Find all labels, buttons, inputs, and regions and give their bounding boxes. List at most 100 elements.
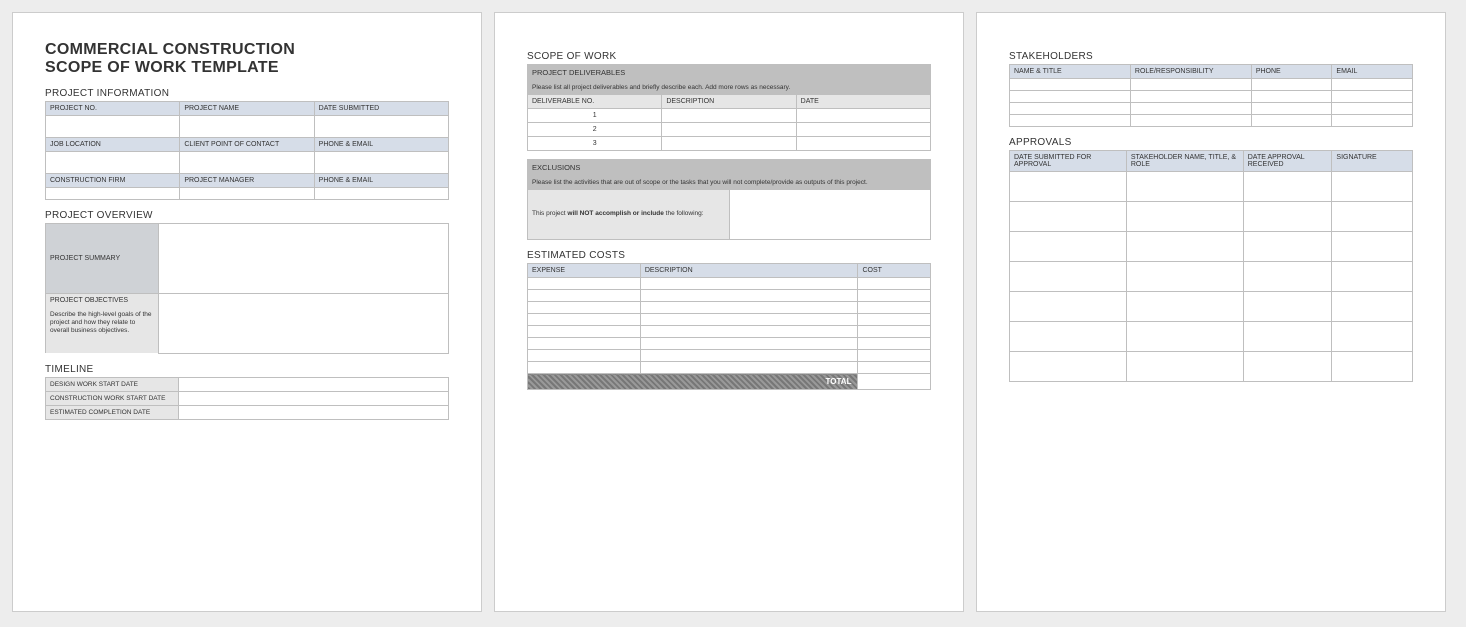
- deliverable-row-2-desc[interactable]: [662, 123, 796, 137]
- deliverable-row-3-date[interactable]: [796, 137, 930, 151]
- approval-row[interactable]: [1332, 352, 1413, 382]
- cost-row[interactable]: [640, 290, 858, 302]
- cost-row[interactable]: [640, 362, 858, 374]
- input-project-summary[interactable]: [158, 223, 448, 293]
- approval-row[interactable]: [1243, 202, 1332, 232]
- cost-row[interactable]: [640, 302, 858, 314]
- stakeholder-row[interactable]: [1130, 79, 1251, 91]
- cost-row[interactable]: [640, 338, 858, 350]
- approval-row[interactable]: [1243, 262, 1332, 292]
- cost-row[interactable]: [528, 290, 641, 302]
- approval-row[interactable]: [1332, 202, 1413, 232]
- stakeholder-row[interactable]: [1332, 115, 1413, 127]
- input-total[interactable]: [858, 374, 931, 390]
- approval-row[interactable]: [1243, 172, 1332, 202]
- input-design-start[interactable]: [178, 377, 448, 391]
- stakeholder-row[interactable]: [1332, 79, 1413, 91]
- approval-row[interactable]: [1126, 352, 1243, 382]
- cost-row[interactable]: [640, 350, 858, 362]
- input-project-manager[interactable]: [180, 187, 314, 199]
- approval-row[interactable]: [1243, 292, 1332, 322]
- deliverable-row-3-desc[interactable]: [662, 137, 796, 151]
- input-job-location[interactable]: [46, 151, 180, 173]
- label-project-summary: PROJECT SUMMARY: [46, 223, 159, 293]
- input-project-objectives[interactable]: [158, 293, 448, 353]
- input-phone-email-1[interactable]: [314, 151, 448, 173]
- stakeholder-row[interactable]: [1010, 103, 1131, 115]
- input-date-submitted[interactable]: [314, 115, 448, 137]
- stakeholder-row[interactable]: [1010, 91, 1131, 103]
- col-email: EMAIL: [1332, 65, 1413, 79]
- label-project-no: PROJECT NO.: [46, 101, 180, 115]
- stakeholder-row[interactable]: [1130, 103, 1251, 115]
- cost-row[interactable]: [858, 290, 931, 302]
- approval-row[interactable]: [1243, 322, 1332, 352]
- approval-row[interactable]: [1126, 232, 1243, 262]
- cost-row[interactable]: [528, 326, 641, 338]
- approval-row[interactable]: [1010, 292, 1127, 322]
- stakeholder-row[interactable]: [1332, 91, 1413, 103]
- input-exclusions[interactable]: [729, 190, 931, 240]
- deliverable-row-1-desc[interactable]: [662, 109, 796, 123]
- stakeholder-row[interactable]: [1251, 103, 1332, 115]
- cost-row[interactable]: [528, 350, 641, 362]
- stakeholder-row[interactable]: [1130, 115, 1251, 127]
- approval-row[interactable]: [1010, 352, 1127, 382]
- approval-row[interactable]: [1010, 262, 1127, 292]
- cost-row[interactable]: [640, 278, 858, 290]
- approval-row[interactable]: [1332, 262, 1413, 292]
- cost-row[interactable]: [858, 314, 931, 326]
- cost-row[interactable]: [858, 278, 931, 290]
- approval-row[interactable]: [1332, 232, 1413, 262]
- heading-stakeholders: STAKEHOLDERS: [1009, 51, 1413, 62]
- input-phone-email-2[interactable]: [314, 187, 448, 199]
- cost-row[interactable]: [858, 338, 931, 350]
- approval-row[interactable]: [1010, 232, 1127, 262]
- input-project-name[interactable]: [180, 115, 314, 137]
- cost-row[interactable]: [858, 362, 931, 374]
- cost-row[interactable]: [640, 326, 858, 338]
- approval-row[interactable]: [1010, 322, 1127, 352]
- label-construction-firm: CONSTRUCTION FIRM: [46, 173, 180, 187]
- approval-row[interactable]: [1243, 232, 1332, 262]
- stakeholder-row[interactable]: [1332, 103, 1413, 115]
- label-deliverables-header: PROJECT DELIVERABLES: [528, 65, 931, 81]
- cost-row[interactable]: [858, 326, 931, 338]
- cost-row[interactable]: [528, 314, 641, 326]
- deliverable-row-1-no[interactable]: 1: [528, 109, 662, 123]
- deliverable-row-2-date[interactable]: [796, 123, 930, 137]
- stakeholder-row[interactable]: [1010, 79, 1131, 91]
- stakeholder-row[interactable]: [1251, 91, 1332, 103]
- input-construction-firm[interactable]: [46, 187, 180, 199]
- input-completion-date[interactable]: [178, 405, 448, 419]
- approval-row[interactable]: [1126, 292, 1243, 322]
- cost-row[interactable]: [858, 350, 931, 362]
- stakeholder-row[interactable]: [1010, 115, 1131, 127]
- approval-row[interactable]: [1332, 322, 1413, 352]
- deliverable-row-3-no[interactable]: 3: [528, 137, 662, 151]
- deliverable-row-1-date[interactable]: [796, 109, 930, 123]
- cost-row[interactable]: [528, 338, 641, 350]
- approval-row[interactable]: [1126, 322, 1243, 352]
- approval-row[interactable]: [1332, 292, 1413, 322]
- stakeholder-row[interactable]: [1251, 115, 1332, 127]
- approval-row[interactable]: [1010, 172, 1127, 202]
- approval-row[interactable]: [1126, 172, 1243, 202]
- stakeholder-row[interactable]: [1251, 79, 1332, 91]
- approval-row[interactable]: [1126, 262, 1243, 292]
- approval-row[interactable]: [1126, 202, 1243, 232]
- input-project-no[interactable]: [46, 115, 180, 137]
- cost-row[interactable]: [528, 278, 641, 290]
- cost-row[interactable]: [640, 314, 858, 326]
- approval-row[interactable]: [1332, 172, 1413, 202]
- cost-row[interactable]: [528, 362, 641, 374]
- approval-row[interactable]: [1010, 202, 1127, 232]
- cost-row[interactable]: [858, 302, 931, 314]
- input-construction-start[interactable]: [178, 391, 448, 405]
- approval-row[interactable]: [1243, 352, 1332, 382]
- deliverables-instruction: Please list all project deliverables and…: [528, 81, 931, 95]
- cost-row[interactable]: [528, 302, 641, 314]
- input-client-contact[interactable]: [180, 151, 314, 173]
- deliverable-row-2-no[interactable]: 2: [528, 123, 662, 137]
- stakeholder-row[interactable]: [1130, 91, 1251, 103]
